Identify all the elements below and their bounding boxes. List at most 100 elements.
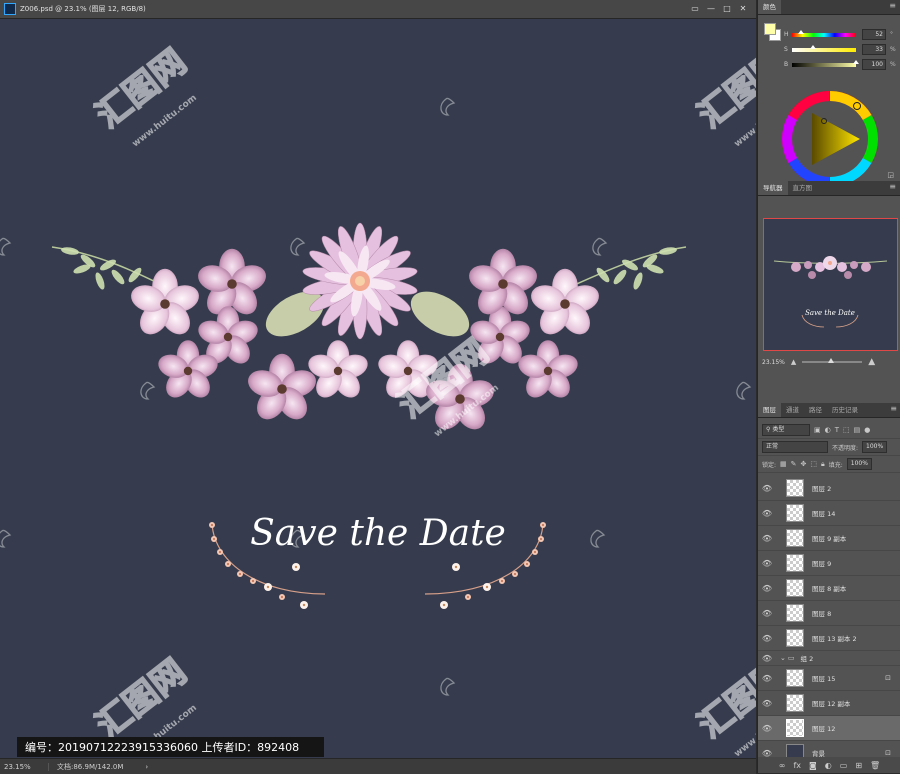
window-close-button[interactable]: ✕ — [736, 2, 750, 14]
lock-move-icon[interactable]: ✥ — [801, 460, 807, 468]
filter-adjust-icon[interactable]: ◐ — [825, 426, 831, 434]
visibility-eye-icon[interactable]: 👁︎ — [758, 724, 776, 733]
color-wheel[interactable] — [782, 91, 878, 187]
lock-transparent-icon[interactable]: ▦ — [780, 460, 787, 468]
tab-paths[interactable]: 路径 — [804, 403, 827, 417]
color-panel: H 52 ° S 33 % B 100 % ◲ — [758, 15, 900, 187]
filter-pixel-icon[interactable]: ▣ — [814, 426, 821, 434]
visibility-eye-icon[interactable]: 👁︎ — [758, 509, 776, 518]
saturation-slider[interactable] — [792, 44, 856, 52]
layer-style-icon[interactable]: fx — [793, 761, 801, 770]
visibility-eye-icon[interactable]: 👁︎ — [758, 584, 776, 593]
filter-toggle-icon[interactable]: ● — [864, 426, 870, 434]
status-menu-arrow[interactable]: › — [145, 763, 148, 771]
visibility-eye-icon[interactable]: 👁︎ — [758, 634, 776, 643]
layer-row[interactable]: 👁︎ 图层 13 副本 2 — [758, 626, 900, 651]
visibility-eye-icon[interactable]: 👁︎ — [758, 484, 776, 493]
foreground-color-swatch[interactable] — [764, 23, 776, 35]
layer-row[interactable]: 👁︎ 图层 2 — [758, 476, 900, 501]
tab-navigator[interactable]: 导航器 — [758, 181, 788, 195]
zoom-slider-thumb[interactable] — [828, 358, 835, 363]
adjustment-layer-icon[interactable]: ◐ — [825, 761, 832, 770]
filter-type-icon[interactable]: T — [835, 426, 839, 434]
window-controls: ▭ — □ ✕ — [688, 2, 750, 14]
lock-all-icon[interactable]: 🔒︎ — [821, 460, 825, 469]
fill-input[interactable]: 100% — [846, 458, 872, 470]
hue-unit: ° — [890, 31, 893, 38]
lock-icon: ⊡ — [885, 674, 891, 682]
zoom-in-icon[interactable]: ▲ — [868, 357, 875, 367]
visibility-eye-icon[interactable]: 👁︎ — [758, 699, 776, 708]
tab-channels[interactable]: 通道 — [781, 403, 804, 417]
layer-thumbnail — [786, 694, 804, 712]
blend-mode-select[interactable]: 正常 — [762, 441, 828, 453]
document-tab[interactable]: Z006.psd @ 23.1% (图层 12, RGB/8) ▭ — □ ✕ — [0, 0, 756, 19]
left-branch — [51, 245, 171, 291]
tab-history[interactable]: 历史记录 — [827, 403, 863, 417]
watermark-logos — [88, 40, 756, 747]
visibility-eye-icon[interactable]: 👁︎ — [758, 654, 776, 663]
window-minimize-button[interactable]: — — [704, 2, 718, 14]
hue-slider-thumb[interactable] — [797, 29, 804, 34]
visibility-eye-icon[interactable]: 👁︎ — [758, 674, 776, 683]
layer-group-row[interactable]: 👁︎ ⌄ ▭ 组 2 — [758, 651, 900, 666]
layer-thumbnail — [786, 479, 804, 497]
link-layers-icon[interactable]: ∞ — [779, 761, 786, 770]
visibility-eye-icon[interactable]: 👁︎ — [758, 559, 776, 568]
layer-name: 图层 8 — [812, 610, 832, 618]
navigator-menu-icon[interactable]: ≡ — [889, 182, 896, 191]
layer-row[interactable]: 👁︎ 图层 15 ⊡ — [758, 666, 900, 691]
layer-name: 图层 12 — [812, 725, 836, 733]
opacity-input[interactable]: 100% — [862, 441, 888, 453]
layer-row[interactable]: 👁︎ 图层 9 副本 — [758, 526, 900, 551]
tab-layers[interactable]: 图层 — [758, 403, 781, 417]
window-maximize-button[interactable]: □ — [720, 2, 734, 14]
new-group-icon[interactable]: ▭ — [840, 761, 848, 770]
save-the-date-text: Save the Date — [250, 513, 506, 554]
hue-slider[interactable] — [792, 29, 856, 37]
layer-row[interactable]: 👁︎ 图层 14 — [758, 501, 900, 526]
layer-row[interactable]: 👁︎ 图层 8 副本 — [758, 576, 900, 601]
layer-row[interactable]: 👁︎ 图层 12 副本 — [758, 691, 900, 716]
panel-menu-icon[interactable]: ≡ — [889, 1, 896, 10]
brightness-slider[interactable] — [792, 59, 859, 67]
visibility-eye-icon[interactable]: 👁︎ — [758, 534, 776, 543]
navigator-preview: Save the Date — [773, 256, 888, 328]
lock-paint-icon[interactable]: ✎ — [791, 460, 797, 468]
layer-row[interactable]: 👁︎ 图层 9 — [758, 551, 900, 576]
tab-color[interactable]: 颜色 — [758, 0, 781, 14]
layer-thumbnail — [786, 604, 804, 622]
navigator-zoom[interactable]: 23.15% — [762, 359, 785, 366]
lock-artboard-icon[interactable]: ⬚ — [810, 460, 817, 468]
document-canvas[interactable]: 汇图网 — [0, 19, 756, 758]
window-restore-button[interactable]: ▭ — [688, 2, 702, 14]
layer-row-selected[interactable]: 👁︎ 图层 12 — [758, 716, 900, 741]
new-layer-icon[interactable]: ⊞ — [855, 761, 862, 770]
saturation-value[interactable]: 33 — [862, 44, 886, 55]
layer-name: 图层 2 — [812, 485, 832, 493]
saturation-row: S 33 % — [784, 44, 896, 55]
chevron-down-icon[interactable]: ⌄ — [780, 654, 786, 662]
layer-row[interactable]: 👁︎ 图层 8 — [758, 601, 900, 626]
layers-menu-icon[interactable]: ≡ — [890, 404, 897, 413]
layer-name: 图层 15 — [812, 675, 836, 683]
visibility-eye-icon[interactable]: 👁︎ — [758, 609, 776, 618]
brightness-slider-thumb[interactable] — [853, 59, 859, 64]
layer-thumbnail — [786, 529, 804, 547]
layer-filter-select[interactable]: ⚲ 类型 — [762, 424, 810, 436]
filter-shape-icon[interactable]: ⬚ — [843, 426, 850, 434]
status-zoom[interactable]: 23.15% — [0, 762, 49, 771]
navigator-thumbnail[interactable]: Save the Date — [763, 218, 898, 351]
saturation-slider-thumb[interactable] — [810, 44, 817, 49]
brightness-value[interactable]: 100 — [862, 59, 886, 70]
delete-layer-icon[interactable]: 🗑︎ — [870, 761, 880, 770]
add-mask-icon[interactable]: ◙ — [809, 761, 817, 770]
zoom-out-icon[interactable]: ▲ — [791, 358, 796, 366]
navigator-panel-header: 导航器 直方图 ≡ — [758, 181, 900, 196]
panel-resize-icon[interactable]: ◲ — [887, 171, 894, 179]
tab-histogram[interactable]: 直方图 — [788, 181, 818, 195]
hue-value[interactable]: 52 — [862, 29, 886, 40]
zoom-slider[interactable] — [802, 358, 863, 363]
filter-smart-icon[interactable]: ▤ — [854, 426, 861, 434]
color-panel-header: 颜色 ≡ — [758, 0, 900, 15]
